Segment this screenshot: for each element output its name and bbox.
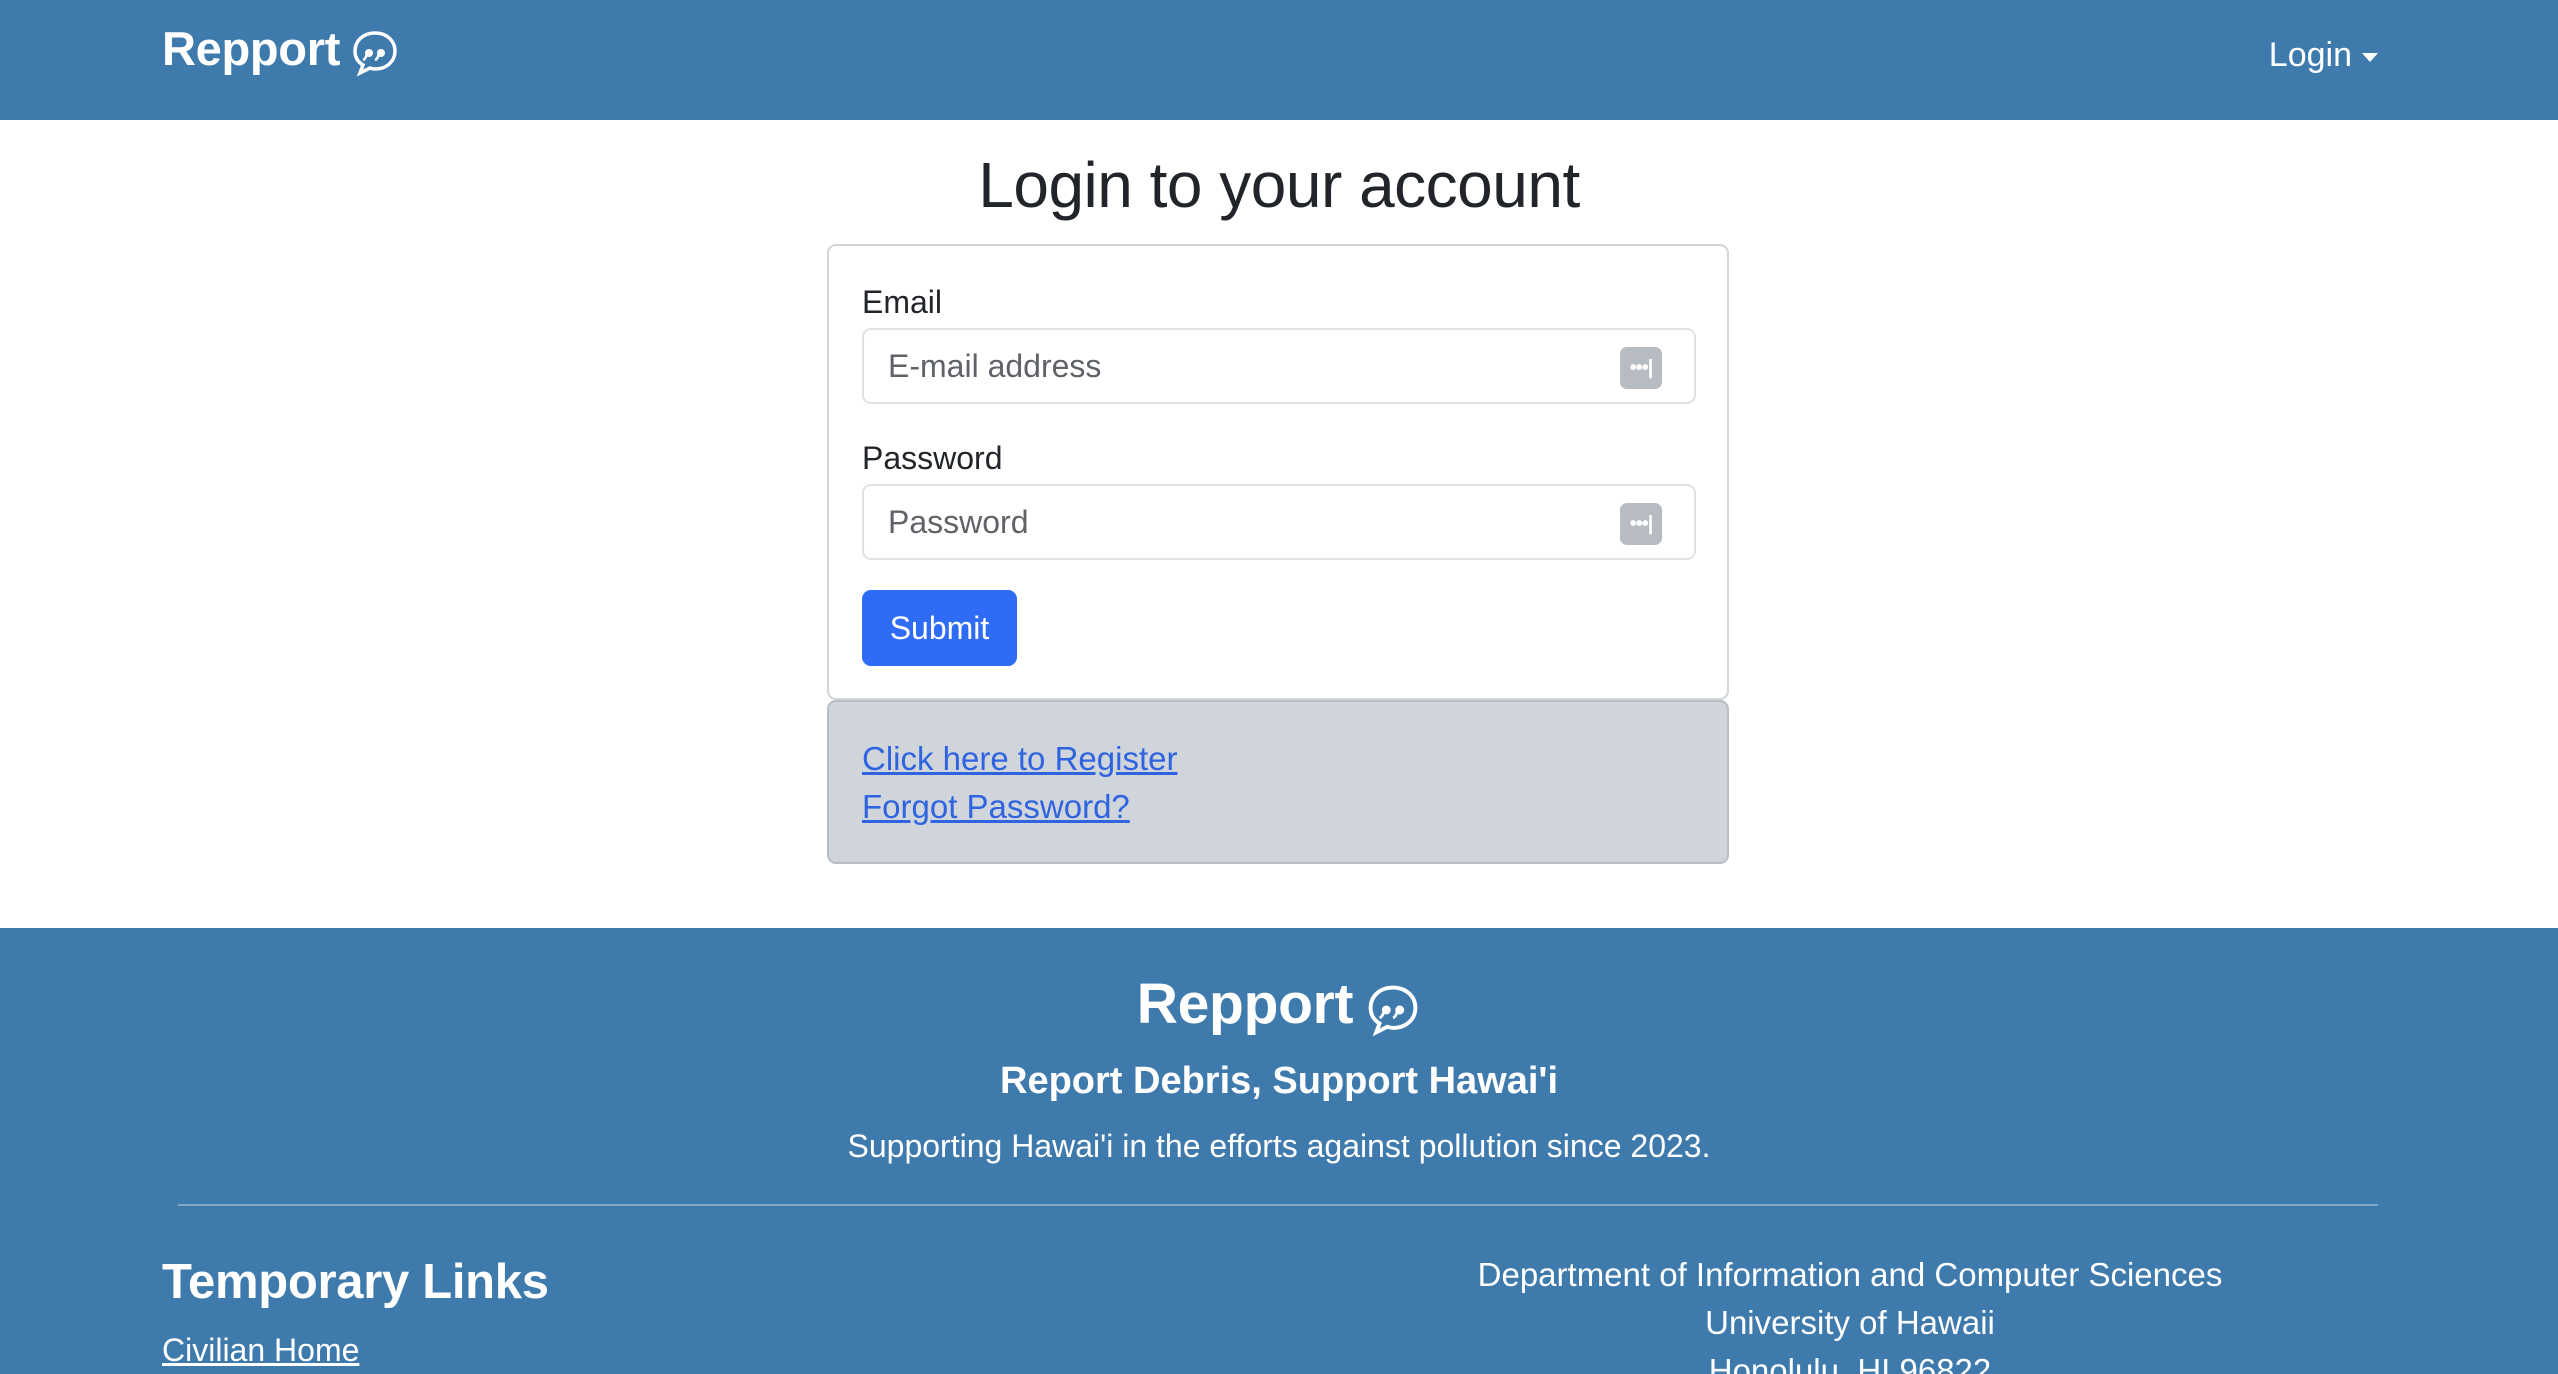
brand-link[interactable]: Repport bbox=[162, 18, 400, 78]
address-line-university: University of Hawaii bbox=[1705, 1304, 1995, 1341]
login-card-footer: Click here to Register Forgot Password? bbox=[827, 700, 1729, 864]
footer-brand-name: Repport bbox=[1136, 972, 1354, 1036]
register-link[interactable]: Click here to Register bbox=[862, 740, 1177, 778]
password-placeholder: Password bbox=[888, 504, 1029, 540]
footer-brand: Repport bbox=[0, 970, 2558, 1038]
footer: Repport Report Debris, Support Hawai'i S… bbox=[0, 928, 2558, 1374]
page-title: Login to your account bbox=[978, 149, 1580, 221]
address-line-department: Department of Information and Computer S… bbox=[1477, 1256, 2223, 1293]
submit-button[interactable]: Submit bbox=[862, 590, 1017, 666]
email-placeholder: E-mail address bbox=[888, 348, 1102, 384]
email-label: Email bbox=[862, 284, 943, 320]
navbar: Repport Login bbox=[0, 0, 2558, 120]
address-line-city: Honolulu, HI 96822 bbox=[1708, 1352, 1992, 1374]
civilian-home-link[interactable]: Civilian Home bbox=[162, 1332, 359, 1369]
login-form: Email E-mail address •••| Password Passw… bbox=[827, 244, 1729, 700]
footer-divider bbox=[178, 1204, 2378, 1206]
temporary-links-heading: Temporary Links bbox=[162, 1255, 549, 1309]
footer-tagline: Report Debris, Support Hawai'i bbox=[1000, 1060, 1558, 1102]
email-field[interactable]: E-mail address •••| bbox=[862, 328, 1696, 404]
password-manager-icon[interactable]: •••| bbox=[1620, 347, 1662, 389]
footer-description: Supporting Hawai'i in the efforts agains… bbox=[847, 1128, 1711, 1164]
speech-bubble-quote-icon bbox=[1368, 985, 1418, 1037]
login-dropdown-label: Login bbox=[2268, 36, 2352, 74]
caret-down-icon bbox=[2362, 53, 2378, 62]
password-label: Password bbox=[862, 440, 1003, 476]
speech-bubble-quote-icon bbox=[353, 31, 397, 77]
forgot-password-link[interactable]: Forgot Password? bbox=[862, 788, 1130, 826]
password-field[interactable]: Password •••| bbox=[862, 484, 1696, 560]
login-dropdown[interactable]: Login bbox=[2269, 36, 2378, 75]
brand-name: Repport bbox=[162, 21, 341, 75]
password-manager-icon[interactable]: •••| bbox=[1620, 503, 1662, 545]
